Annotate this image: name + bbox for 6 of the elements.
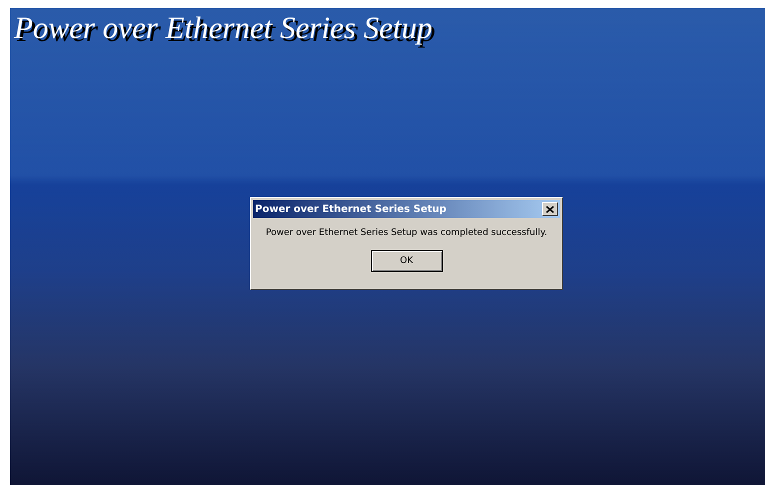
installer-title: Power over Ethernet Series Setup	[14, 10, 432, 46]
dialog-title: Power over Ethernet Series Setup	[255, 204, 446, 214]
dialog-message: Power over Ethernet Series Setup was completed successfully.	[264, 228, 548, 238]
close-button[interactable]	[542, 202, 558, 216]
close-icon	[546, 206, 554, 212]
ok-button[interactable]: OK	[370, 250, 442, 272]
